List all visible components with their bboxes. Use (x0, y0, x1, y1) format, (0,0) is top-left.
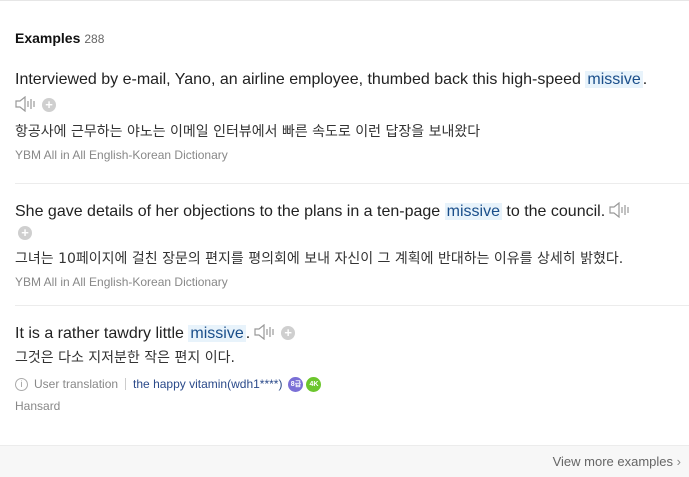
sentence-text: It is a rather tawdry little (15, 325, 189, 342)
user-translation-label: User translation (34, 377, 119, 391)
points-badge: 4K (306, 376, 322, 392)
example-sentence: It is a rather tawdry little missive. + (15, 321, 683, 347)
divider (15, 183, 689, 184)
translation-text: 그녀는 10페이지에 걸친 장문의 편지를 평의회에 보내 자신이 그 계획에 … (15, 251, 624, 267)
footer: View more examples › (0, 445, 689, 477)
example-sentence: Interviewed by e-mail, Yano, an airline … (15, 67, 683, 93)
keyword-highlight[interactable]: missive (188, 325, 246, 342)
source-text: Hansard (15, 399, 61, 413)
top-border (0, 0, 689, 1)
speaker-icon[interactable] (15, 96, 37, 112)
sentence-text: She gave details of her objections to th… (15, 203, 445, 220)
user-link[interactable]: the happy vitamin(wdh1****) (133, 375, 282, 393)
example-sentence: She gave details of her objections to th… (15, 199, 683, 225)
sentence-text: Interviewed by e-mail, Yano, an airline … (15, 71, 586, 88)
example-item-1: Interviewed by e-mail, Yano, an airline … (15, 67, 683, 164)
speaker-icon[interactable] (254, 324, 276, 340)
example-item-2: She gave details of her objections to th… (15, 199, 683, 291)
speaker-icon[interactable] (609, 202, 631, 218)
examples-header: Examples 288 (15, 30, 104, 46)
example-item-3: It is a rather tawdry little missive. + … (15, 321, 683, 415)
source-text: YBM All in All English-Korean Dictionary (15, 275, 228, 289)
translation-text: 항공사에 근무하는 야노는 이메일 인터뷰에서 빠른 속도로 이런 답장을 보내… (15, 124, 481, 140)
add-icon[interactable]: + (281, 326, 296, 340)
info-icon[interactable]: i (15, 377, 28, 391)
separator (125, 378, 127, 390)
sentence-text: to the council. (501, 203, 606, 220)
sentence-text: . (642, 71, 648, 88)
translation-text: 그것은 다소 지저분한 작은 편지 이다. (15, 350, 235, 366)
add-icon[interactable]: + (18, 226, 32, 240)
keyword-highlight[interactable]: missive (585, 71, 643, 88)
add-icon[interactable]: + (42, 98, 56, 112)
divider (15, 305, 689, 306)
level-badge: 8급 (288, 376, 304, 392)
sentence-text: . (245, 325, 251, 342)
examples-title: Examples (15, 30, 81, 46)
view-more-link[interactable]: View more examples › (553, 454, 681, 469)
view-more-label: View more examples (552, 454, 674, 469)
examples-count: 288 (84, 32, 105, 46)
keyword-highlight[interactable]: missive (444, 203, 502, 220)
source-text: YBM All in All English-Korean Dictionary (15, 148, 228, 162)
chevron-right-icon: › (676, 454, 681, 469)
user-translation-row: i User translation the happy vitamin(wdh… (15, 375, 683, 393)
